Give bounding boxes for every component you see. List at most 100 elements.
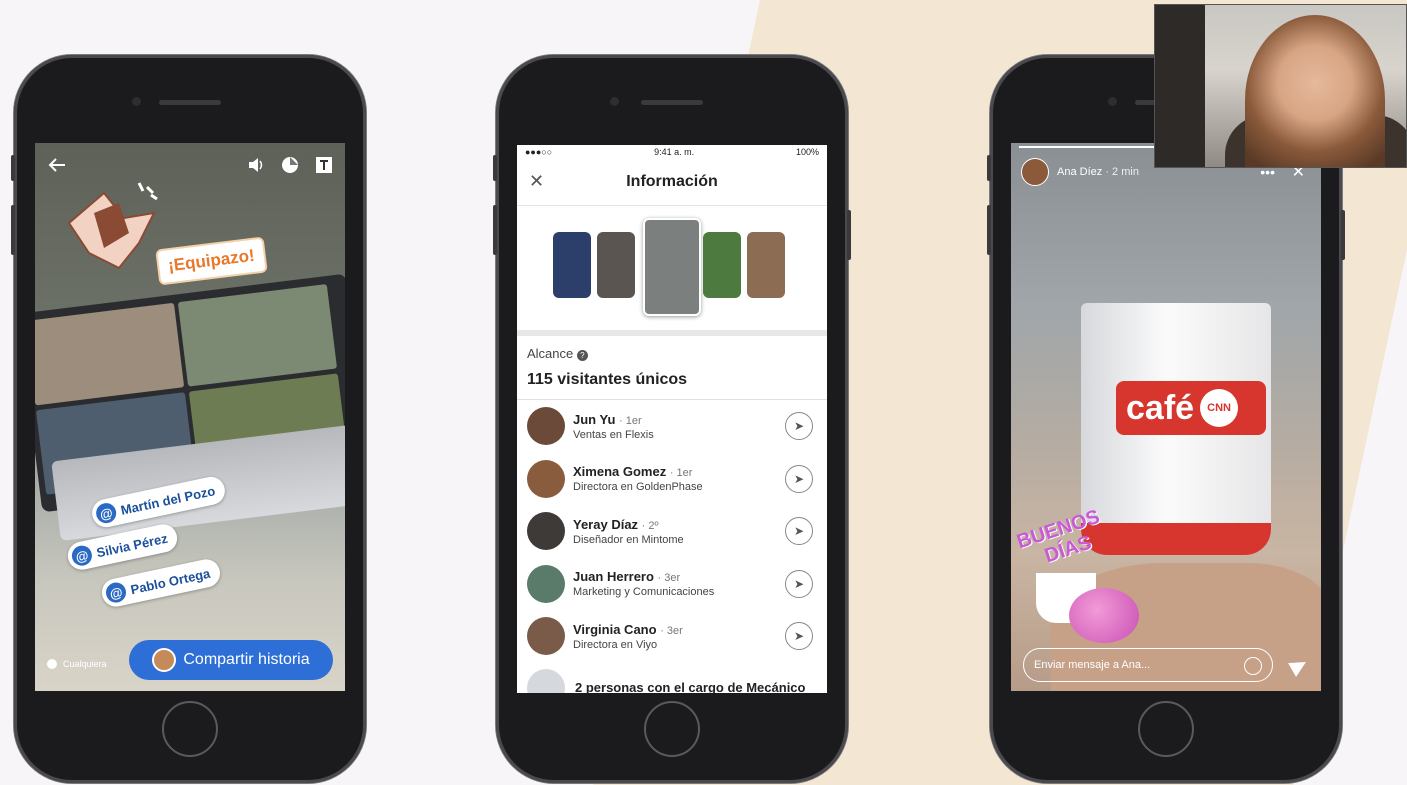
viewer-role: Ventas en Flexis (573, 428, 654, 441)
equipazo-sticker[interactable]: ¡Equipazo! (155, 236, 268, 286)
story-thumbnail[interactable] (597, 232, 635, 298)
video-tile (177, 284, 338, 387)
speaker (641, 100, 703, 105)
connection-degree: · 3er (657, 572, 681, 585)
viewer-role: Marketing y Comunicaciones (573, 586, 715, 599)
story-thumbnail[interactable] (747, 232, 785, 298)
phone-share-story: ¡Equipazo! @ Martín del Pozo @ Silvia Pére… (11, 55, 366, 783)
send-message-icon[interactable]: ➤ (785, 622, 813, 650)
sticker-icon[interactable] (281, 156, 299, 174)
story-thumbnails (517, 206, 827, 330)
help-icon[interactable]: ? (576, 350, 588, 361)
viewer-name: Juan Herrero (573, 569, 654, 585)
send-message-icon[interactable]: ➤ (785, 464, 813, 493)
story-time: · 2 min (1105, 166, 1139, 178)
viewer-row[interactable]: Yeray Díaz · 2º Diseñador en Mintome ➤ (517, 505, 827, 558)
handshake-sticker[interactable] (59, 173, 169, 283)
presenter (1245, 15, 1385, 167)
status-time: 9:41 a. m. (654, 147, 695, 157)
avatar (527, 459, 565, 498)
mug-text: café (1126, 388, 1195, 427)
story-thumbnail-selected[interactable] (643, 218, 701, 316)
sound-icon[interactable] (247, 157, 265, 173)
viewer-name: Jun Yu (573, 411, 616, 427)
connection-degree: · 1er (619, 414, 642, 427)
connection-degree: · 1er (669, 467, 693, 480)
message-placeholder: Enviar mensaje a Ana... (1034, 659, 1151, 671)
avatar (1021, 158, 1049, 186)
audience-selector[interactable]: Cualquiera (47, 659, 107, 669)
share-story-button[interactable]: Compartir historia (129, 640, 333, 680)
front-camera (610, 97, 619, 106)
story-thumbnail[interactable] (553, 232, 591, 298)
globe-icon (47, 659, 57, 669)
viewer-name: Ximena Gomez (573, 464, 667, 480)
avatar (152, 648, 177, 672)
video-tile (35, 302, 185, 406)
viewer-role: Directora en Viyo (573, 638, 658, 651)
side-button (987, 155, 991, 181)
story-viewer-screen: Ana Díez · 2 min ••• ✕ café CNN BUENOS D… (1011, 143, 1321, 691)
front-camera (1108, 97, 1117, 106)
message-input[interactable]: Enviar mensaje a Ana... (1023, 648, 1273, 682)
connection-degree: · 3er (660, 624, 683, 637)
page-title: Información (626, 173, 718, 190)
back-arrow-icon[interactable] (47, 157, 67, 173)
at-icon: @ (94, 501, 119, 525)
status-bar: ●●●○○ 9:41 a. m. 100% (517, 145, 827, 159)
more-viewers-row[interactable]: 2 personas con el cargo de Mecánico (517, 663, 827, 694)
reach-label: Alcance (527, 346, 574, 361)
reach-label-row: Alcance ? (517, 336, 827, 361)
send-message-icon[interactable]: ➤ (785, 412, 813, 440)
reach-value: 115 visitantes únicos (527, 371, 688, 388)
close-icon[interactable]: ✕ (529, 171, 544, 192)
volume-up-button (987, 205, 991, 255)
front-camera (132, 97, 141, 106)
viewer-role: Directora en GoldenPhase (573, 481, 703, 494)
connection-degree: · 2º (641, 519, 659, 532)
avatar (527, 668, 565, 693)
power-button (1341, 210, 1345, 260)
story-editor-screen: ¡Equipazo! @ Martín del Pozo @ Silvia Pére… (35, 143, 345, 691)
mention-name: Pablo Ortega (129, 565, 212, 597)
power-button (847, 210, 851, 260)
home-button[interactable] (1138, 701, 1194, 757)
side-button (11, 155, 15, 181)
webcam-video (1154, 4, 1407, 168)
concha-sticker (1069, 588, 1139, 643)
cnn-logo: CNN (1200, 389, 1239, 427)
at-icon: @ (70, 543, 94, 568)
viewer-row[interactable]: Virginia Cano · 3er Directora en Viyo ➤ (517, 610, 827, 663)
share-story-label: Compartir historia (183, 651, 310, 668)
send-message-icon[interactable]: ➤ (785, 517, 813, 545)
story-thumbnail[interactable] (703, 232, 741, 298)
text-tool-icon[interactable] (315, 156, 333, 174)
viewer-name: Virginia Cano (573, 621, 657, 637)
emoji-icon[interactable] (1244, 657, 1262, 675)
audience-label: Cualquiera (63, 659, 107, 669)
signal-icon: ●●●○○ (525, 147, 553, 157)
volume-up-button (493, 205, 497, 255)
phone-story-insights: ●●●○○ 9:41 a. m. 100% ✕ Información Alca… (493, 55, 851, 783)
battery-level: 100% (795, 147, 819, 157)
mention-tag[interactable]: @ Pablo Ortega (99, 556, 223, 610)
at-icon: @ (104, 580, 128, 605)
viewer-row[interactable]: Ximena Gomez · 1er Directora en GoldenPh… (517, 453, 827, 506)
home-button[interactable] (162, 701, 218, 757)
story-author[interactable]: Ana Díez (1057, 166, 1102, 178)
side-button (493, 155, 497, 181)
volume-up-button (11, 205, 15, 255)
send-message-icon[interactable]: ➤ (785, 569, 813, 598)
home-button[interactable] (644, 701, 700, 757)
viewer-row[interactable]: Juan Herrero · 3er Marketing y Comunicac… (517, 558, 827, 611)
viewer-name: Yeray Díaz (573, 516, 639, 532)
more-viewers-text: 2 personas con el cargo de Mecánico (575, 679, 806, 694)
speaker (159, 100, 221, 105)
avatar (527, 617, 565, 656)
header: ✕ Información (517, 159, 827, 206)
story-progress-bar (1019, 146, 1169, 148)
door-frame (1155, 5, 1205, 167)
avatar (527, 512, 565, 551)
insights-screen: ●●●○○ 9:41 a. m. 100% ✕ Información Alca… (517, 145, 827, 693)
viewer-row[interactable]: Jun Yu · 1er Ventas en Flexis ➤ (517, 400, 827, 453)
